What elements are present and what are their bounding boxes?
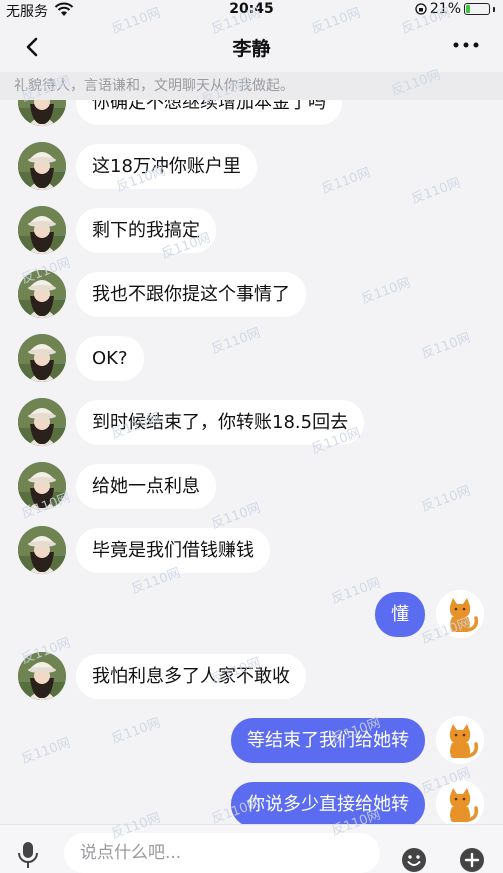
contact-avatar[interactable]: [18, 270, 66, 318]
contact-name: 李静: [232, 38, 271, 60]
message-row: 我怕利息多了人家不敢收: [0, 652, 503, 702]
message-input[interactable]: [64, 833, 380, 873]
contact-avatar[interactable]: [18, 526, 66, 574]
battery-status: 21%: [415, 1, 495, 17]
message-row: 给她一点利息: [0, 462, 503, 512]
chat-notice: 礼貌待人，言语谦和，文明聊天从你我做起。: [0, 72, 503, 100]
incoming-message-bubble[interactable]: 给她一点利息: [76, 464, 216, 509]
message-row: OK?: [0, 334, 503, 384]
message-row: 毕竟是我们借钱赚钱: [0, 526, 503, 576]
contact-avatar[interactable]: [18, 462, 66, 510]
incoming-message-bubble[interactable]: 我也不跟你提这个事情了: [76, 272, 306, 317]
battery-tip: [493, 6, 495, 12]
plus-icon[interactable]: [459, 847, 485, 873]
outgoing-message-bubble[interactable]: 你说多少直接给她转: [231, 782, 425, 824]
incoming-message-bubble[interactable]: 到时候结束了，你转账18.5回去: [76, 400, 365, 445]
input-bar: [0, 824, 503, 873]
incoming-message-bubble[interactable]: 剩下的我搞定: [76, 208, 216, 253]
more-dots-icon[interactable]: [451, 38, 481, 52]
incoming-message-bubble[interactable]: 毕竟是我们借钱赚钱: [76, 528, 270, 573]
message-row: 剩下的我搞定: [0, 206, 503, 256]
incoming-message-bubble[interactable]: OK?: [76, 336, 144, 381]
my-avatar[interactable]: [436, 590, 484, 638]
my-avatar[interactable]: [436, 716, 484, 764]
outgoing-message-bubble[interactable]: 懂: [375, 592, 425, 637]
incoming-message-bubble[interactable]: 你确定不想继续增加本金了吗: [76, 100, 342, 125]
emoji-icon[interactable]: [401, 847, 427, 873]
contact-avatar[interactable]: [18, 652, 66, 700]
message-row: 你确定不想继续增加本金了吗: [0, 100, 503, 128]
outgoing-message-bubble[interactable]: 等结束了我们给她转: [231, 718, 425, 763]
contact-avatar[interactable]: [18, 398, 66, 446]
status-bar: 无服务 20:45 21%: [0, 0, 503, 22]
message-row: 我也不跟你提这个事情了: [0, 270, 503, 320]
incoming-message-bubble[interactable]: 我怕利息多了人家不敢收: [76, 654, 306, 699]
contact-avatar[interactable]: [18, 206, 66, 254]
my-avatar[interactable]: [436, 780, 484, 824]
nav-bar: 李静: [0, 22, 503, 72]
microphone-icon[interactable]: [16, 841, 40, 869]
message-row: 你说多少直接给她转: [0, 780, 503, 824]
battery-icon: [464, 3, 490, 15]
message-row: 到时候结束了，你转账18.5回去: [0, 398, 503, 448]
contact-avatar[interactable]: [18, 142, 66, 190]
battery-level: [466, 5, 471, 13]
incoming-message-bubble[interactable]: 这18万冲你账户里: [76, 144, 257, 189]
rotation-lock-icon: [415, 3, 427, 15]
message-row: 懂: [0, 590, 503, 640]
contact-avatar[interactable]: [18, 100, 66, 126]
battery-percent: 21%: [429, 1, 461, 17]
message-row: 等结束了我们给她转: [0, 716, 503, 766]
message-row: 这18万冲你账户里: [0, 142, 503, 192]
chat-area[interactable]: 你确定不想继续增加本金了吗这18万冲你账户里 剩下的我搞定我也不跟你提这个事情了 O…: [0, 100, 503, 824]
contact-avatar[interactable]: [18, 334, 66, 382]
